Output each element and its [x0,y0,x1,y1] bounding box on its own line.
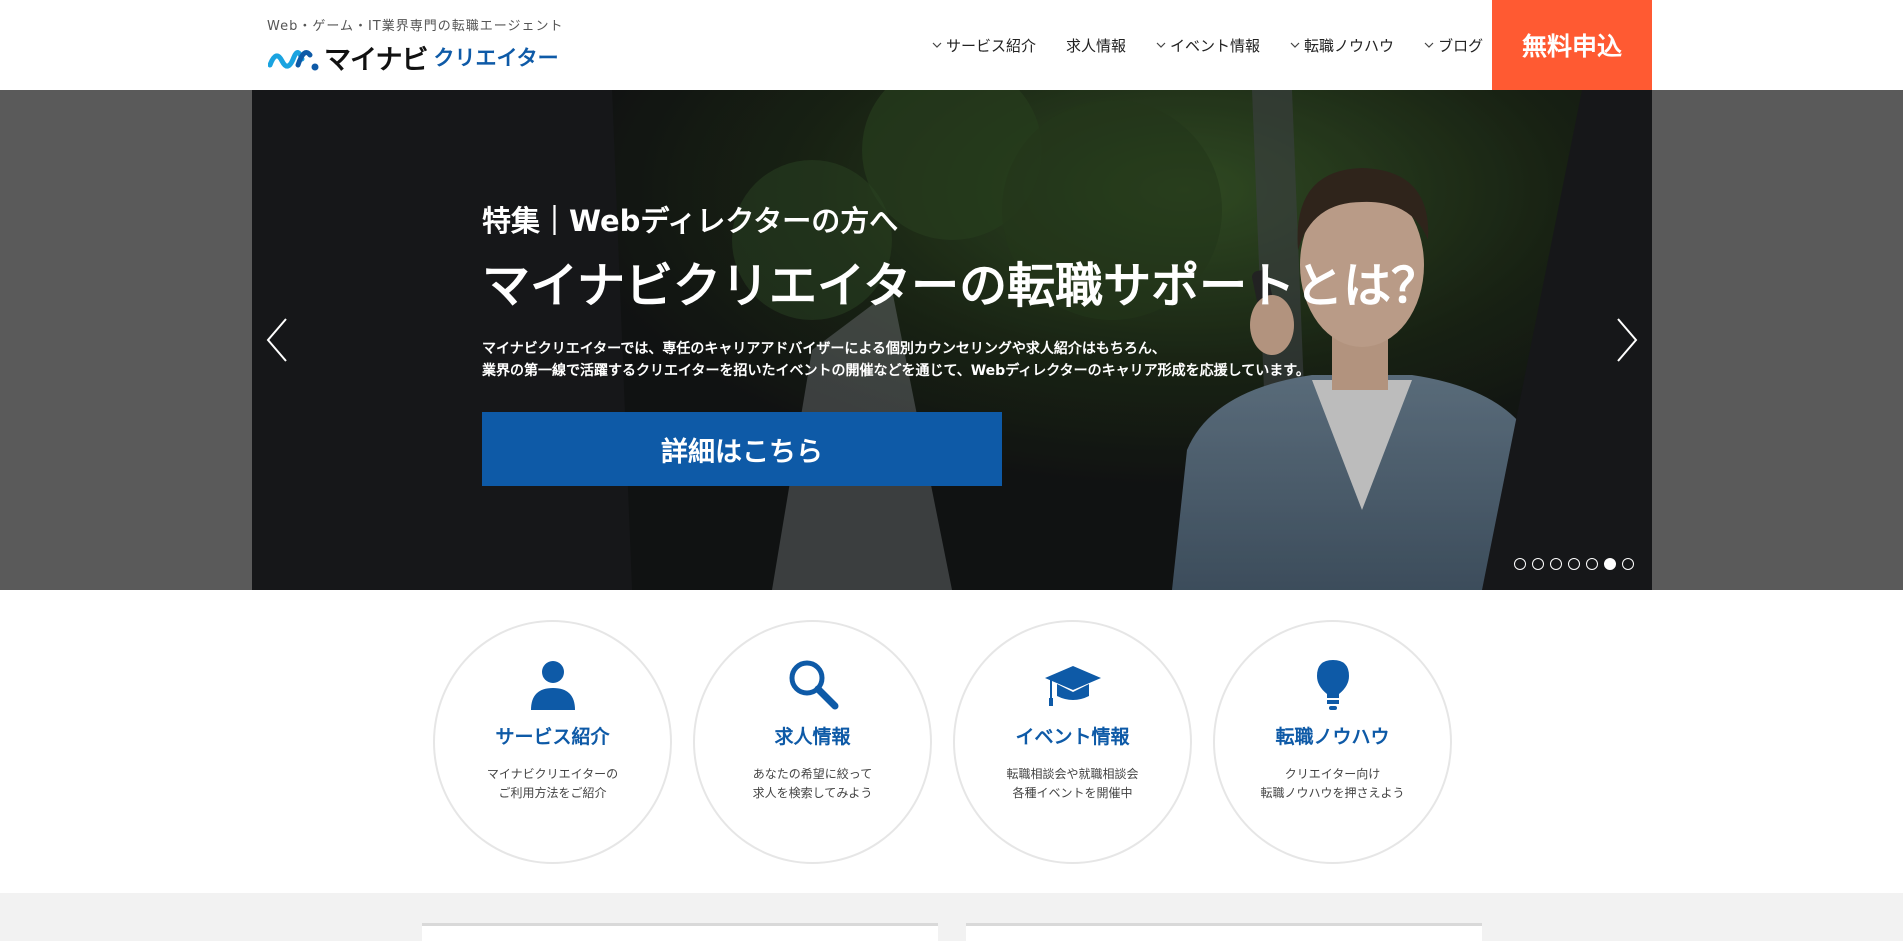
feature-title: 求人情報 [774,726,851,748]
nav-label: 転職ノウハウ [1304,36,1395,55]
slider-dot-active[interactable] [1604,558,1616,570]
hero-title: マイナビクリエイターの転職サポートとは？ [482,258,1440,314]
nav-item-events[interactable]: イベント情報 [1156,35,1260,56]
content-card [966,923,1482,941]
hero-subtitle: 特集｜Webディレクターの方へ [482,204,899,238]
free-apply-button[interactable]: 無料申込 [1492,0,1652,90]
feature-events[interactable]: イベント情報 転職相談会や就職相談会 各種イベントを開催中 [953,620,1192,864]
hero-content: 特集｜Webディレクターの方へ マイナビクリエイターの転職サポートとは？ マイナ… [482,198,1482,486]
hero-next-arrow-icon[interactable] [1612,315,1642,365]
hero-description-line: マイナビクリエイターでは、専任のキャリアアドバイザーによる個別カウンセリングや求… [482,341,1166,357]
graduation-cap-icon [1044,666,1101,706]
nav-item-service[interactable]: サービス紹介 [932,35,1036,56]
feature-service[interactable]: サービス紹介 マイナビクリエイターの ご利用方法をご紹介 [433,620,672,864]
chevron-down-icon [1156,42,1166,48]
nav-item-blog[interactable]: ブログ [1424,35,1483,56]
feature-description: クリエイター向け 転職ノウハウを押さえよう [1260,767,1405,800]
feature-links: サービス紹介 マイナビクリエイターの ご利用方法をご紹介 求人情報 あなたの希望… [433,620,1473,865]
content-section-band [0,893,1903,941]
slider-dot[interactable] [1568,558,1580,570]
feature-description: あなたの希望に絞って 求人を検索してみよう [752,767,873,800]
nav-label: イベント情報 [1170,36,1261,55]
details-button[interactable]: 詳細はこちら [482,412,1002,486]
feature-title: イベント情報 [1015,726,1130,748]
search-icon [789,660,838,710]
feature-title: 転職ノウハウ [1275,726,1390,748]
hero-description: マイナビクリエイターでは、専任のキャリアアドバイザーによる個別カウンセリングや求… [482,338,1482,382]
chevron-down-icon [1424,42,1434,48]
nav-label: 求人情報 [1066,36,1127,55]
site-logo[interactable]: マイナビ クリエイター [268,40,559,76]
nav-label: ブログ [1438,36,1484,55]
main-nav: サービス紹介 求人情報 イベント情報 転職ノウハウ ブログ [932,0,1513,90]
nav-label: サービス紹介 [946,36,1037,55]
person-icon [530,661,575,710]
feature-description: マイナビクリエイターの ご利用方法をご紹介 [486,767,619,800]
hero-slider: 特集｜Webディレクターの方へ マイナビクリエイターの転職サポートとは？ マイナ… [252,90,1652,590]
header-tagline: Web・ゲーム・IT業界専門の転職エージェント [267,19,564,34]
lightbulb-icon [1316,660,1349,710]
nav-item-knowhow[interactable]: 転職ノウハウ [1290,35,1394,56]
slider-dot[interactable] [1532,558,1544,570]
feature-knowhow[interactable]: 転職ノウハウ クリエイター向け 転職ノウハウを押さえよう [1213,620,1452,864]
hero-prev-arrow-icon[interactable] [262,315,292,365]
slider-dot[interactable] [1514,558,1526,570]
slider-dot[interactable] [1586,558,1598,570]
logo-main-text: マイナビ [324,44,428,76]
logo-mark-icon [268,50,319,71]
content-card [422,923,938,941]
slider-pagination [1514,558,1640,570]
feature-description: 転職相談会や就職相談会 各種イベントを開催中 [1006,767,1139,800]
hero-description-line: 業界の第一線で活躍するクリエイターを招いたイベントの開催などを通じて、Webディ… [482,363,1310,379]
slider-dot[interactable] [1622,558,1634,570]
chevron-down-icon [932,42,942,48]
feature-jobs[interactable]: 求人情報 あなたの希望に絞って 求人を検索してみよう [693,620,932,864]
nav-item-jobs[interactable]: 求人情報 [1066,35,1126,56]
site-header: Web・ゲーム・IT業界専門の転職エージェント マイナビ クリエイター サービス… [0,0,1903,90]
slider-dot[interactable] [1550,558,1562,570]
chevron-down-icon [1290,42,1300,48]
logo-sub-text: クリエイター [433,46,559,70]
feature-title: サービス紹介 [495,726,610,748]
